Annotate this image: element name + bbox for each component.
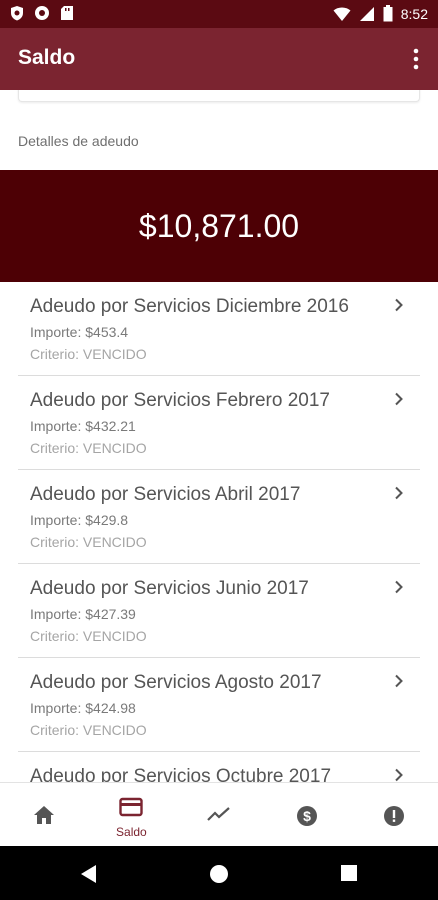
home-icon <box>33 806 54 824</box>
debt-title: Adeudo por Servicios Febrero 2017 <box>30 390 330 411</box>
bottom-navigation: Saldo $ <box>0 782 438 846</box>
battery-icon <box>383 5 393 22</box>
svg-text:$: $ <box>303 808 311 824</box>
debt-title: Adeudo por Servicios Abril 2017 <box>30 484 301 505</box>
more-vert-icon <box>413 48 419 70</box>
chevron-right-icon <box>395 486 403 500</box>
debt-title: Adeudo por Servicios Agosto 2017 <box>30 672 322 693</box>
nav-home[interactable] <box>0 783 88 847</box>
nav-trends[interactable] <box>175 783 263 847</box>
overflow-menu-button[interactable] <box>408 46 424 72</box>
nav-payments[interactable]: $ <box>263 783 351 847</box>
dollar-circle-icon: $ <box>296 806 317 826</box>
status-bar: 8:52 <box>0 0 438 28</box>
chevron-right-icon <box>395 392 403 406</box>
debt-amount: Importe: $424.98 <box>30 700 136 716</box>
debt-title: Adeudo por Servicios Octubre 2017 <box>30 766 332 782</box>
chevron-right-icon <box>395 674 403 688</box>
app-screen: 8:52 Saldo Detalles de adeudo $10,871.00… <box>0 0 438 900</box>
nav-alerts[interactable] <box>350 783 438 847</box>
debt-status: Criterio: VENCIDO <box>30 346 147 362</box>
debt-amount: Importe: $432.21 <box>30 418 136 434</box>
chevron-right-icon <box>395 580 403 594</box>
debt-item[interactable]: Adeudo por Servicios Octubre 2017 <box>18 752 420 782</box>
debt-status: Criterio: VENCIDO <box>30 440 147 456</box>
trending-line-icon <box>207 807 230 821</box>
wifi-icon <box>333 7 351 21</box>
notification-icons <box>10 5 74 21</box>
content-scroll[interactable]: Detalles de adeudo $10,871.00 Adeudo por… <box>0 90 438 782</box>
page-title: Saldo <box>18 46 76 69</box>
debt-item[interactable]: Adeudo por Servicios Abril 2017 Importe:… <box>18 470 420 564</box>
debt-item[interactable]: Adeudo por Servicios Junio 2017 Importe:… <box>18 564 420 658</box>
alert-circle-icon <box>384 806 405 826</box>
credit-card-icon <box>119 797 144 817</box>
total-banner: $10,871.00 <box>0 170 438 282</box>
debt-item[interactable]: Adeudo por Servicios Agosto 2017 Importe… <box>18 658 420 752</box>
system-status: 8:52 <box>333 5 428 22</box>
system-navigation-bar <box>0 846 438 900</box>
shield-icon <box>11 6 23 21</box>
chevron-right-icon <box>395 298 403 312</box>
debt-amount: Importe: $429.8 <box>30 512 129 528</box>
debt-title: Adeudo por Servicios Diciembre 2016 <box>30 296 349 317</box>
debt-amount: Importe: $453.4 <box>30 324 129 340</box>
debt-amount: Importe: $427.39 <box>30 606 136 622</box>
app-bar: Saldo <box>0 28 438 90</box>
debt-item[interactable]: Adeudo por Servicios Diciembre 2016 Impo… <box>18 282 420 376</box>
signal-icon <box>359 6 374 21</box>
nav-saldo[interactable]: Saldo <box>88 783 176 847</box>
total-amount: $10,871.00 <box>138 208 300 244</box>
previous-card <box>18 90 420 102</box>
debt-status: Criterio: VENCIDO <box>30 628 147 644</box>
nav-saldo-label: Saldo <box>116 825 147 839</box>
debt-title: Adeudo por Servicios Junio 2017 <box>30 578 309 599</box>
record-icon <box>35 6 49 20</box>
recents-icon[interactable] <box>340 864 358 882</box>
debt-list: Adeudo por Servicios Diciembre 2016 Impo… <box>0 282 438 782</box>
chevron-right-icon <box>395 768 403 782</box>
debt-status: Criterio: VENCIDO <box>30 722 147 738</box>
sd-card-icon <box>61 6 73 20</box>
debt-status: Criterio: VENCIDO <box>30 534 147 550</box>
status-time: 8:52 <box>400 5 428 22</box>
section-label: Detalles de adeudo <box>18 133 139 149</box>
home-circle-icon[interactable] <box>209 864 229 884</box>
debt-item[interactable]: Adeudo por Servicios Febrero 2017 Import… <box>18 376 420 470</box>
back-icon[interactable] <box>80 864 98 884</box>
